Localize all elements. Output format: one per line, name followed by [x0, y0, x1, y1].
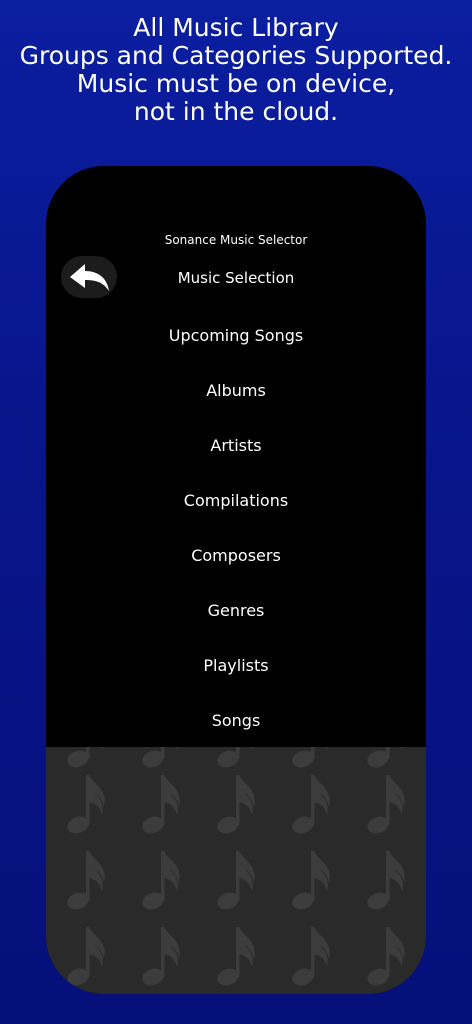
menu-item-composers[interactable]: Composers: [46, 546, 426, 565]
music-note-icon: [214, 847, 262, 913]
app-title: Sonance Music Selector: [164, 233, 308, 247]
promo-line: Music must be on device,: [76, 69, 396, 98]
music-note-icon: [64, 747, 112, 771]
music-note-icon: [64, 847, 112, 913]
music-note-icon: [364, 923, 412, 989]
music-note-icon: [289, 747, 337, 771]
music-note-icon: [364, 747, 412, 771]
music-note-icon: [289, 771, 337, 837]
menu-item-songs[interactable]: Songs: [46, 711, 426, 730]
menu-item-compilations[interactable]: Compilations: [46, 491, 426, 510]
menu-item-albums[interactable]: Albums: [46, 381, 426, 400]
music-note-icon: [289, 847, 337, 913]
section-header-music-selection: Music Selection: [177, 269, 295, 287]
music-note-icon: [289, 923, 337, 989]
menu-item-genres[interactable]: Genres: [46, 601, 426, 620]
music-note-icon: [214, 747, 262, 771]
menu-item-playlists[interactable]: Playlists: [46, 656, 426, 675]
promo-line: All Music Library: [133, 13, 339, 42]
phone-screen: Sonance Music Selector Music Selection U…: [46, 166, 426, 994]
music-note-icon: [364, 847, 412, 913]
promo-line: Groups and Categories Supported.: [19, 41, 453, 70]
music-note-icon: [139, 923, 187, 989]
music-note-icon: [139, 771, 187, 837]
promo-line: not in the cloud.: [133, 97, 339, 126]
music-note-pattern: [46, 747, 426, 994]
music-note-icon: [139, 747, 187, 771]
music-note-icon: [139, 847, 187, 913]
music-note-icon: [214, 923, 262, 989]
music-note-icon: [64, 771, 112, 837]
promo-headline: All Music Library Groups and Categories …: [0, 14, 472, 126]
music-note-icon: [364, 771, 412, 837]
music-note-icon: [214, 771, 262, 837]
menu-item-upcoming-songs[interactable]: Upcoming Songs: [46, 326, 426, 345]
menu-item-artists[interactable]: Artists: [46, 436, 426, 455]
music-note-icon: [64, 923, 112, 989]
